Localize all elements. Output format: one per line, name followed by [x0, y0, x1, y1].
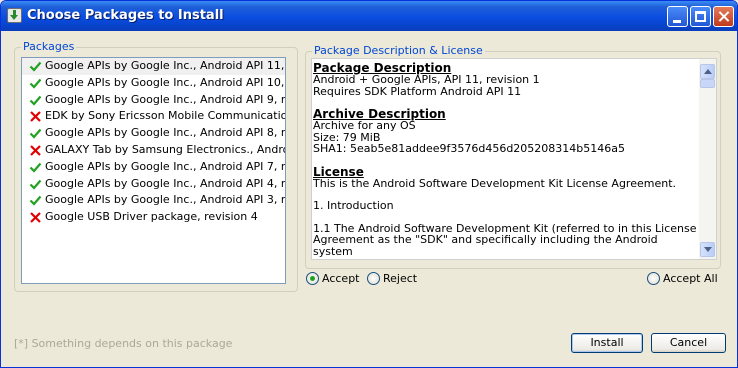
description-scrollbar[interactable] [699, 59, 716, 259]
package-list-item[interactable]: Google APIs by Google Inc., Android API … [22, 159, 285, 176]
package-description-line: Android + Google APIs, API 11, revision … [313, 73, 540, 86]
package-list[interactable]: Google APIs by Google Inc., Android API … [21, 57, 286, 284]
description-text: Package Description Android + Google API… [313, 62, 698, 257]
scroll-down-button[interactable] [700, 242, 715, 257]
chevron-down-icon [704, 247, 712, 252]
check-icon [29, 95, 42, 106]
install-button[interactable]: Install [571, 333, 643, 353]
package-list-item-label: Google APIs by Google Inc., Android API … [45, 59, 285, 72]
check-icon [29, 179, 42, 190]
check-icon [29, 61, 42, 72]
packages-group-label: Packages [21, 40, 77, 53]
title-bar[interactable]: Choose Packages to Install [1, 1, 737, 31]
check-icon [29, 128, 42, 139]
package-list-item[interactable]: EDK by Sony Ericsson Mobile Communicatio… [22, 108, 285, 125]
accept-radio-dot[interactable] [306, 272, 319, 285]
reject-radio[interactable]: Reject [367, 272, 417, 286]
minimize-button[interactable] [667, 6, 688, 27]
accept-label: Accept [322, 272, 360, 285]
package-list-item-label: Google APIs by Google Inc., Android API … [45, 75, 285, 89]
description-panel[interactable]: Package Description Android + Google API… [311, 58, 717, 260]
license-line: Agreement as the "SDK" and specifically … [313, 233, 658, 258]
package-description-line: Requires SDK Platform Android API 11 [313, 84, 522, 98]
scroll-up-button[interactable] [700, 64, 715, 79]
accept-all-label: Accept All [663, 272, 718, 285]
scroll-thumb[interactable] [700, 79, 715, 88]
maximize-button[interactable] [690, 6, 711, 27]
chevron-up-icon [704, 69, 712, 74]
package-list-item-label: Google APIs by Google Inc., Android API … [45, 176, 285, 190]
archive-description-line: SHA1: 5eab5e81addee9f3576d456d205208314b… [313, 142, 626, 155]
package-list-item[interactable]: Google USB Driver package, revision 4 [22, 209, 285, 226]
package-list-item-label: EDK by Sony Ericsson Mobile Communicatio… [45, 109, 285, 123]
accept-all-radio-dot[interactable] [647, 272, 660, 285]
check-icon [29, 78, 42, 89]
package-list-item[interactable]: Google APIs by Google Inc., Android API … [22, 58, 285, 75]
cross-icon [30, 145, 41, 156]
package-list-item-label: Google APIs by Google Inc., Android API … [45, 92, 285, 106]
package-list-item-label: Google APIs by Google Inc., Android API … [45, 126, 285, 140]
package-list-item-label: Google APIs by Google Inc., Android API … [45, 193, 285, 207]
archive-description-line: Archive for any OS [313, 119, 416, 132]
cross-icon [30, 111, 41, 123]
package-list-item[interactable]: GALAXY Tab by Samsung Electronics., Andr… [22, 142, 285, 159]
package-list-item[interactable]: Google APIs by Google Inc., Android API … [22, 125, 285, 142]
license-line: 1. Introduction [313, 199, 394, 212]
package-list-item[interactable]: Google APIs by Google Inc., Android API … [22, 75, 285, 92]
accept-radio[interactable]: Accept [306, 272, 360, 286]
cancel-button[interactable]: Cancel [651, 333, 726, 353]
accept-all-radio[interactable]: Accept All [647, 272, 718, 286]
window-title: Choose Packages to Install [27, 8, 224, 23]
download-icon [7, 8, 22, 23]
dependency-hint: [*] Something depends on this package [14, 337, 233, 350]
cross-icon [30, 212, 41, 223]
package-list-item[interactable]: Google APIs by Google Inc., Android API … [22, 176, 285, 193]
package-list-item-label: Google APIs by Google Inc., Android API … [45, 159, 285, 173]
description-group-label: Package Description & License [312, 44, 485, 57]
close-button[interactable] [713, 6, 734, 27]
license-heading: License [313, 164, 364, 179]
package-list-item-label: GALAXY Tab by Samsung Electronics., Andr… [45, 142, 285, 156]
check-icon [29, 196, 42, 206]
package-list-item[interactable]: Google APIs by Google Inc., Android API … [22, 92, 285, 109]
check-icon [29, 162, 42, 173]
reject-radio-dot[interactable] [367, 272, 380, 285]
package-list-item-label: Google USB Driver package, revision 4 [45, 210, 258, 224]
package-list-item[interactable]: Google APIs by Google Inc., Android API … [22, 192, 285, 209]
license-line: This is the Android Software Development… [313, 176, 676, 190]
dialog-window: Choose Packages to Install Packages Goog… [0, 0, 738, 368]
reject-label: Reject [383, 272, 418, 285]
